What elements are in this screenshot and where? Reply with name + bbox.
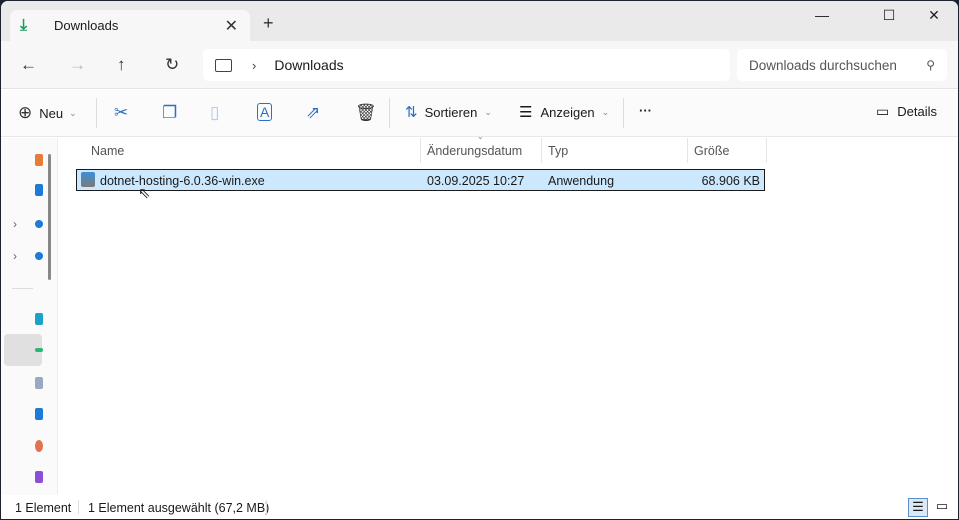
chevron-down-icon: ⌄: [601, 106, 610, 117]
plus-circle-icon: ⊕: [18, 103, 33, 122]
column-header-size[interactable]: Größe: [687, 138, 767, 163]
file-type: Anwendung: [548, 174, 615, 188]
search-placeholder: Downloads durchsuchen: [749, 57, 897, 73]
gallery-icon[interactable]: [35, 184, 43, 196]
details-button[interactable]: ▭ Details: [876, 103, 937, 120]
file-size: 68.906 KB: [701, 174, 760, 188]
rename-icon: A: [257, 103, 273, 121]
up-button[interactable]: ↑: [117, 55, 126, 75]
paste-icon: ▯: [210, 103, 220, 122]
file-modified: 03.09.2025 10:27: [427, 174, 525, 188]
expand-chevron-icon[interactable]: ›: [13, 249, 17, 263]
status-bar: 1 Element 1 Element ausgewählt (67,2 MB)…: [1, 495, 958, 519]
nav-scrollbar[interactable]: [48, 154, 51, 280]
sort-button[interactable]: ⇅ Sortieren ⌄: [405, 103, 492, 121]
paste-button[interactable]: ▯: [210, 103, 219, 123]
divider: [623, 98, 624, 128]
divider: [266, 500, 267, 514]
details-view-button[interactable]: ☰: [908, 498, 928, 517]
sort-label: Sortieren: [424, 104, 478, 120]
command-bar: ⊕ Neu ⌄ ✂ ❐ ▯ A ⇗ 🗑 ⇅ Sortieren ⌄ ☰ Anzeigen ⌄…: [1, 90, 958, 137]
tab-downloads[interactable]: ⤓ Downloads ✕: [10, 10, 250, 41]
delete-button[interactable]: 🗑: [355, 103, 377, 123]
share-icon: ⇗: [306, 103, 321, 122]
file-explorer-window: ⤓ Downloads ✕ + — ☐ ✕ ← → ↑ ↻ › Download…: [1, 1, 958, 519]
onedrive-icon[interactable]: [35, 220, 43, 228]
view-button[interactable]: ☰ Anzeigen ⌄: [519, 103, 609, 121]
forward-button[interactable]: →: [69, 55, 86, 75]
close-window-button[interactable]: ✕: [911, 7, 957, 24]
address-bar-row: ← → ↑ ↻ › Downloads Downloads durchsuche…: [1, 41, 958, 89]
refresh-button[interactable]: ↻: [165, 55, 179, 75]
maximize-button[interactable]: ☐: [866, 7, 912, 24]
divider: [12, 288, 33, 289]
details-pane-icon: ▭: [876, 103, 890, 119]
tab-title: Downloads: [54, 18, 119, 33]
back-button[interactable]: ←: [20, 55, 37, 75]
column-header-name[interactable]: Name: [85, 138, 420, 163]
expand-chevron-icon[interactable]: ›: [13, 217, 17, 231]
download-icon: [35, 348, 43, 352]
copy-button[interactable]: ❐: [162, 103, 177, 123]
view-icon: ☰: [519, 104, 533, 121]
new-label: Neu: [39, 105, 64, 121]
navigation-pane: › ›: [1, 138, 58, 495]
videos-icon[interactable]: [35, 471, 43, 483]
rename-button[interactable]: A: [257, 103, 273, 121]
chevron-right-icon[interactable]: ›: [252, 58, 256, 73]
installer-icon: [81, 172, 95, 187]
download-icon: ⤓: [20, 16, 28, 34]
copy-icon: ❐: [162, 103, 178, 122]
cut-button[interactable]: ✂: [114, 103, 128, 123]
trash-icon: 🗑: [355, 103, 377, 122]
sort-icon: ⇅: [405, 104, 418, 121]
breadcrumb-downloads[interactable]: Downloads: [274, 57, 343, 73]
search-input[interactable]: Downloads durchsuchen ⚲: [737, 49, 947, 81]
documents-icon[interactable]: [35, 377, 43, 389]
column-header-modified[interactable]: Änderungsdatum: [420, 138, 541, 163]
chevron-down-icon: ⌄: [484, 106, 492, 117]
breadcrumb[interactable]: › Downloads: [203, 49, 730, 81]
mouse-cursor-icon: ⇖: [138, 185, 151, 202]
file-name: dotnet-hosting-6.0.36-win.exe: [100, 174, 265, 188]
title-bar: ⤓ Downloads ✕ + — ☐ ✕: [1, 1, 958, 41]
new-button[interactable]: ⊕ Neu ⌄: [18, 103, 77, 123]
desktop-icon[interactable]: [35, 313, 43, 325]
new-tab-button[interactable]: +: [263, 13, 274, 34]
divider: [96, 98, 97, 128]
scissors-icon: ✂: [114, 103, 129, 122]
minimize-button[interactable]: —: [799, 7, 845, 23]
chevron-down-icon: ⌄: [69, 107, 77, 118]
home-icon[interactable]: [35, 154, 43, 166]
divider: [389, 98, 390, 128]
search-icon: ⚲: [926, 58, 935, 72]
computer-icon: [215, 58, 232, 72]
file-row[interactable]: dotnet-hosting-6.0.36-win.exe 03.09.2025…: [76, 169, 765, 191]
tiles-view-button[interactable]: ▭: [932, 498, 952, 517]
more-options-button[interactable]: ···: [639, 103, 652, 118]
view-label: Anzeigen: [540, 104, 595, 120]
selection-info: 1 Element ausgewählt (67,2 MB): [88, 501, 270, 515]
music-icon[interactable]: [35, 440, 43, 452]
column-header-type[interactable]: Typ: [541, 138, 687, 163]
divider: [78, 500, 79, 514]
tab-close-button[interactable]: ✕: [225, 16, 238, 36]
pictures-icon[interactable]: [35, 408, 43, 420]
sort-indicator-icon: ⌄: [477, 132, 484, 141]
onedrive-icon[interactable]: [35, 252, 43, 260]
item-count: 1 Element: [15, 501, 72, 515]
details-label: Details: [897, 104, 937, 119]
share-button[interactable]: ⇗: [306, 103, 320, 123]
